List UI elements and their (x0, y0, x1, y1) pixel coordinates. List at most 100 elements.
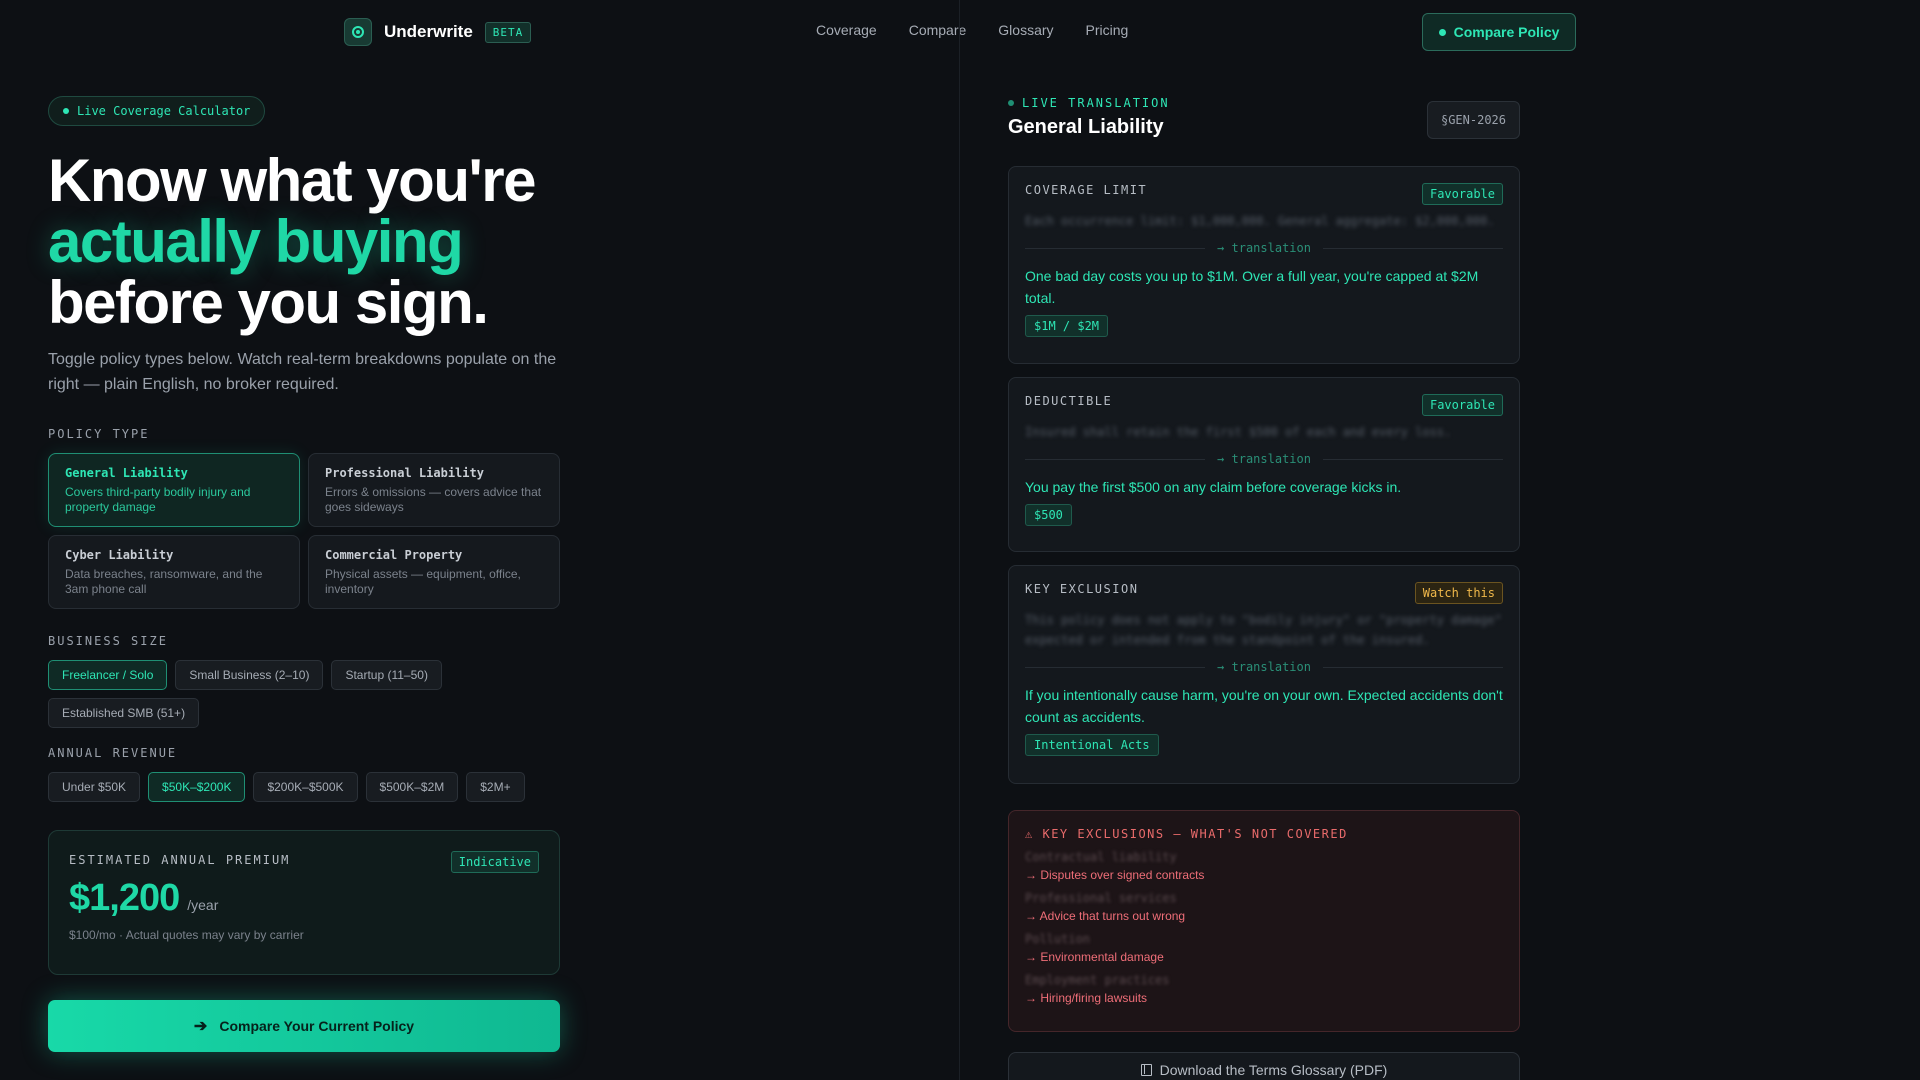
plain-english-text: One bad day costs you up to $1M. Over a … (1025, 268, 1479, 306)
translation-label: → translation (1217, 452, 1311, 466)
beta-badge: BETA (484, 21, 532, 43)
hero-heading: Know what you're actually buying before … (48, 150, 560, 333)
book-icon (1140, 1064, 1152, 1076)
exclusion-legal: Employment practices (1025, 973, 1170, 987)
policy-type-label: POLICY TYPE (48, 427, 150, 441)
exclusion-item: Pollution → Environmental damage (1025, 932, 1503, 964)
term-card-deductible: DEDUCTIBLE Favorable Insured shall retai… (1008, 377, 1520, 552)
policy-desc: Errors & omissions — covers advice that … (325, 485, 542, 514)
term-badge: Favorable (1421, 394, 1503, 416)
premium-period: /year (187, 897, 219, 913)
exclusions-title: ⚠ KEY EXCLUSIONS — WHAT'S NOT COVERED (1025, 827, 1503, 841)
business-size-chip[interactable]: Established SMB (51+) (48, 698, 200, 728)
revenue-chip[interactable]: $50K–$200K (148, 772, 246, 802)
main-nav: Coverage Compare Glossary Pricing (816, 22, 1128, 38)
annual-revenue-label: ANNUAL REVENUE (48, 746, 178, 760)
exclusion-legal: Contractual liability (1025, 850, 1177, 864)
live-calculator-pill: Live Coverage Calculator (48, 96, 266, 126)
premium-note: $100/mo · Actual quotes may vary by carr… (69, 928, 304, 942)
exclusions-title-text: KEY EXCLUSIONS — WHAT'S NOT COVERED (1042, 827, 1348, 841)
policy-option-cyber-liability[interactable]: Cyber Liability Data breaches, ransomwar… (48, 535, 300, 609)
plain-english-text: You pay the first $500 on any claim befo… (1025, 479, 1402, 495)
calculator-panel: Live Coverage Calculator Know what you'r… (48, 96, 560, 1052)
term-badge: Watch this (1414, 582, 1503, 604)
term-value-tag: Intentional Acts (1025, 734, 1159, 756)
exclusion-item: Contractual liability → Disputes over si… (1025, 850, 1503, 882)
legal-text: Each occurrence limit: $1,000,000. Gener… (1025, 214, 1495, 228)
policy-title: Cyber Liability (65, 548, 174, 562)
nav-link-compare[interactable]: Compare (909, 22, 967, 38)
warning-icon: ⚠ (1025, 827, 1034, 841)
translation-separator: → translation (1025, 660, 1504, 674)
policy-type-grid: General Liability Covers third-party bod… (48, 453, 560, 609)
business-size-chip[interactable]: Startup (11–50) (331, 660, 442, 690)
exclusion-plain: → Environmental damage (1025, 950, 1164, 964)
exclusion-plain: → Disputes over signed contracts (1025, 868, 1205, 882)
plain-english-text: If you intentionally cause harm, you're … (1025, 687, 1503, 725)
term-card-key-exclusion: KEY EXCLUSION Watch this This policy doe… (1008, 565, 1520, 784)
exclusion-legal: Pollution (1025, 932, 1091, 946)
live-translation-text: LIVE TRANSLATION (1022, 96, 1170, 110)
shield-icon (344, 18, 372, 46)
compare-policy-label: Compare Policy (1453, 24, 1560, 40)
legal-text: Insured shall retain the first $500 of e… (1025, 425, 1452, 439)
term-badge: Favorable (1421, 183, 1503, 205)
policy-option-commercial-property[interactable]: Commercial Property Physical assets — eq… (308, 535, 560, 609)
exclusion-plain: → Hiring/firing lawsuits (1025, 991, 1148, 1005)
revenue-chip[interactable]: $200K–$500K (253, 772, 358, 802)
policy-title: General Liability (65, 466, 188, 480)
revenue-chip[interactable]: Under $50K (48, 772, 141, 802)
brand-name: Underwrite (384, 22, 473, 41)
translation-label: → translation (1217, 241, 1311, 255)
status-dot-icon (1008, 100, 1014, 106)
price-row: $1,200 /year (69, 877, 539, 920)
premium-estimate-card: ESTIMATED ANNUAL PREMIUM Indicative $1,2… (48, 830, 560, 975)
legal-text: This policy does not apply to "bodily in… (1025, 613, 1502, 647)
term-card-coverage-limit: COVERAGE LIMIT Favorable Each occurrence… (1008, 166, 1520, 364)
indicative-badge: Indicative (450, 851, 539, 873)
term-value-tag: $1M / $2M (1025, 315, 1109, 337)
translation-separator: → translation (1025, 241, 1504, 255)
policy-desc: Physical assets — equipment, office, inv… (325, 567, 521, 596)
status-dot-icon (63, 108, 69, 114)
download-label: Download the Terms Glossary (PDF) (1159, 1062, 1388, 1078)
business-size-chip[interactable]: Small Business (2–10) (175, 660, 324, 690)
nav-link-coverage[interactable]: Coverage (816, 22, 877, 38)
key-exclusions-card: ⚠ KEY EXCLUSIONS — WHAT'S NOT COVERED Co… (1008, 810, 1520, 1032)
policy-desc: Covers third-party bodily injury and pro… (65, 485, 251, 514)
exclusion-legal: Professional services (1025, 891, 1177, 905)
translation-separator: → translation (1025, 452, 1504, 466)
translation-panel: LIVE TRANSLATION General Liability §GEN-… (1008, 96, 1520, 784)
compare-policy-button[interactable]: Compare Policy (1422, 13, 1576, 51)
status-dot-icon (1438, 28, 1446, 36)
premium-price: $1,200 (69, 877, 180, 919)
exclusion-plain: → Advice that turns out wrong (1025, 909, 1186, 923)
policy-code-tag: §GEN-2026 (1426, 101, 1520, 139)
revenue-chip[interactable]: $500K–$2M (365, 772, 459, 802)
exclusion-item: Professional services → Advice that turn… (1025, 891, 1503, 923)
nav-link-glossary[interactable]: Glossary (998, 22, 1053, 38)
term-value-tag: $500 (1025, 504, 1072, 526)
exclusion-item: Employment practices → Hiring/firing law… (1025, 973, 1503, 1005)
business-size-options: Freelancer / Solo Small Business (2–10) … (48, 660, 568, 728)
hero-line-3: before you sign. (48, 269, 489, 336)
revenue-chip[interactable]: $2M+ (466, 772, 525, 802)
nav-link-pricing[interactable]: Pricing (1086, 22, 1129, 38)
hero-subtitle: Toggle policy types below. Watch real-te… (48, 351, 557, 393)
policy-option-general-liability[interactable]: General Liability Covers third-party bod… (48, 453, 300, 527)
cta-label: Compare Your Current Policy (219, 1018, 415, 1034)
hero-line-1: Know what you're (48, 147, 536, 214)
policy-option-professional-liability[interactable]: Professional Liability Errors & omission… (308, 453, 560, 527)
annual-revenue-options: Under $50K $50K–$200K $200K–$500K $500K–… (48, 772, 568, 802)
policy-title: Commercial Property (325, 548, 463, 562)
business-size-chip[interactable]: Freelancer / Solo (48, 660, 168, 690)
policy-desc: Data breaches, ransomware, and the 3am p… (65, 567, 263, 596)
business-size-label: BUSINESS SIZE (48, 634, 168, 648)
arrow-right-icon: ➔ (193, 1018, 208, 1035)
compare-current-policy-button[interactable]: ➔ Compare Your Current Policy (48, 1000, 560, 1052)
top-header: Underwrite BETA Coverage Compare Glossar… (0, 0, 1920, 64)
brand[interactable]: Underwrite BETA (344, 18, 532, 46)
policy-title: Professional Liability (325, 466, 484, 480)
hero-line-2: actually buying (48, 208, 464, 275)
download-glossary-button[interactable]: Download the Terms Glossary (PDF) (1008, 1052, 1520, 1080)
